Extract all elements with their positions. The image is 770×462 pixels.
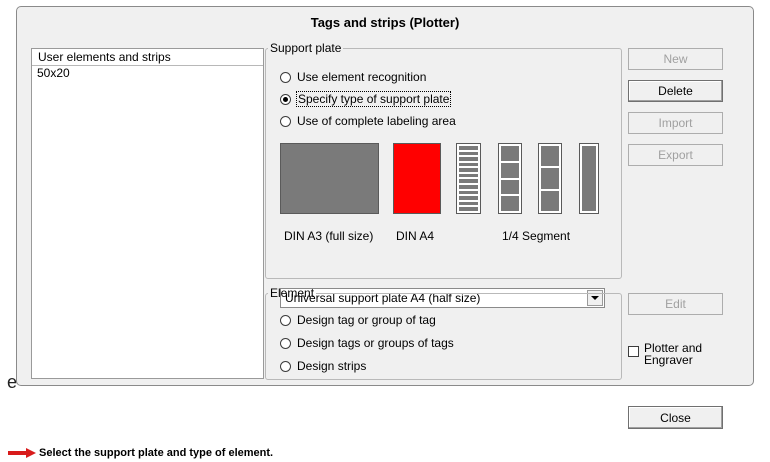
plotter-engraver-checkbox-row[interactable]: Plotter and Engraver bbox=[628, 342, 704, 366]
element-legend: Element bbox=[270, 286, 315, 300]
radio-element-recognition[interactable]: Use element recognition bbox=[280, 69, 426, 85]
caption-quarter-segment: 1/4 Segment bbox=[502, 229, 571, 243]
radio-specify-plate-type[interactable]: Specify type of support plate bbox=[280, 91, 452, 107]
delete-button[interactable]: Delete bbox=[628, 80, 723, 102]
plate-single-strip-thumbnail[interactable] bbox=[579, 143, 599, 214]
radio-design-tags[interactable]: Design tags or groups of tags bbox=[280, 335, 454, 351]
edge-glyph: e bbox=[7, 372, 18, 392]
caption-din-a3: DIN A3 (full size) bbox=[284, 229, 374, 243]
radio-label: Design tags or groups of tags bbox=[297, 336, 454, 350]
radio-button[interactable] bbox=[280, 115, 291, 127]
radio-button[interactable] bbox=[280, 71, 291, 83]
list-item[interactable]: 50x20 bbox=[32, 66, 263, 81]
radio-button[interactable] bbox=[280, 314, 291, 326]
arrow-right-icon bbox=[8, 448, 36, 458]
caption-din-a4: DIN A4 bbox=[396, 229, 435, 243]
support-plate-legend: Support plate bbox=[270, 41, 342, 55]
checkbox-label: Plotter and Engraver bbox=[644, 341, 703, 367]
radio-button[interactable] bbox=[280, 360, 291, 372]
dialog-title: Tags and strips (Plotter) bbox=[310, 15, 460, 30]
edit-button[interactable]: Edit bbox=[628, 293, 723, 315]
plate-third-segment-thumbnail[interactable] bbox=[538, 143, 562, 214]
radio-button[interactable] bbox=[280, 337, 291, 349]
radio-label: Use element recognition bbox=[297, 70, 427, 84]
hint-bar: Select the support plate and type of ele… bbox=[8, 447, 273, 459]
plate-quarter-segment-thumbnail[interactable] bbox=[498, 143, 522, 214]
radio-design-tag[interactable]: Design tag or group of tag bbox=[280, 312, 436, 328]
plotter-engraver-checkbox[interactable] bbox=[628, 346, 639, 357]
element-group: Element Design tag or group of tag Desig… bbox=[265, 286, 622, 380]
import-button[interactable]: Import bbox=[628, 112, 723, 134]
radio-complete-labeling-area[interactable]: Use of complete labeling area bbox=[280, 113, 456, 129]
radio-button-checked[interactable] bbox=[280, 93, 291, 105]
dialog-window: Tags and strips (Plotter) User elements … bbox=[16, 6, 754, 386]
new-button[interactable]: New bbox=[628, 48, 723, 70]
user-elements-list[interactable]: User elements and strips 50x20 bbox=[31, 48, 264, 379]
plate-strips-thumbnail[interactable] bbox=[456, 143, 481, 214]
radio-label: Specify type of support plate bbox=[295, 91, 452, 107]
plate-din-a3-thumbnail[interactable] bbox=[280, 143, 379, 214]
radio-design-strips[interactable]: Design strips bbox=[280, 358, 366, 374]
close-button[interactable]: Close bbox=[628, 406, 723, 429]
plate-din-a4-thumbnail[interactable] bbox=[393, 143, 441, 214]
radio-label: Design tag or group of tag bbox=[297, 313, 436, 327]
radio-label: Use of complete labeling area bbox=[297, 114, 456, 128]
list-header: User elements and strips bbox=[32, 49, 263, 66]
radio-label: Design strips bbox=[297, 359, 367, 373]
hint-text: Select the support plate and type of ele… bbox=[39, 447, 274, 459]
export-button[interactable]: Export bbox=[628, 144, 723, 166]
support-plate-group: Support plate Use element recognition Sp… bbox=[265, 41, 622, 308]
